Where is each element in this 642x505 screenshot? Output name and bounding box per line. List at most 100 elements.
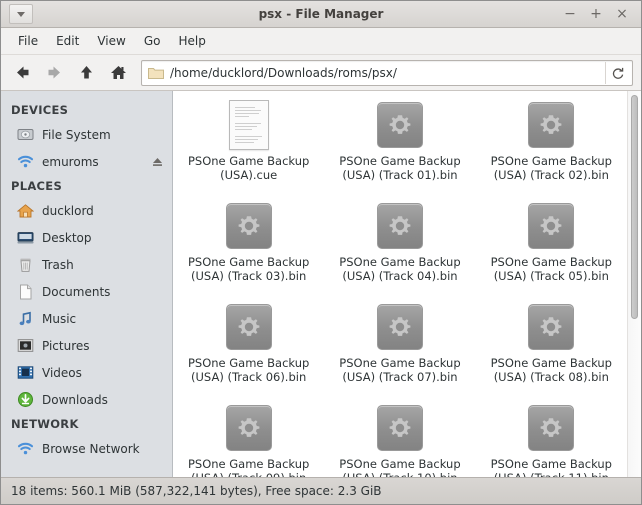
desktop-icon: [17, 229, 34, 246]
sidebar-item-label: ducklord: [42, 203, 94, 218]
sidebar-item-documents[interactable]: Documents: [1, 278, 172, 305]
file-label: PSOne Game Backup (USA) (Track 07).bin: [339, 356, 461, 384]
file-item[interactable]: PSOne Game Backup (USA) (Track 02).bin: [476, 99, 627, 200]
sidebar-item-desktop[interactable]: Desktop: [1, 224, 172, 251]
sidebar-item-label: Browse Network: [42, 441, 140, 456]
reload-icon: [612, 67, 624, 79]
up-button[interactable]: [71, 59, 101, 87]
sidebar-item-label: Desktop: [42, 230, 92, 245]
file-item[interactable]: PSOne Game Backup (USA) (Track 03).bin: [173, 200, 324, 301]
pictures-icon: [17, 337, 34, 354]
file-item[interactable]: PSOne Game Backup (USA) (Track 06).bin: [173, 301, 324, 402]
file-item[interactable]: PSOne Game Backup (USA) (Track 05).bin: [476, 200, 627, 301]
gear-icon: [225, 303, 273, 351]
file-item[interactable]: PSOne Game Backup (USA).cue: [173, 99, 324, 200]
scrollbar-thumb[interactable]: [631, 95, 638, 319]
sidebar-item-trash[interactable]: Trash: [1, 251, 172, 278]
network-share-icon: [17, 440, 34, 457]
close-button[interactable]: ×: [615, 7, 629, 21]
menu-item-edit[interactable]: Edit: [47, 31, 88, 51]
back-button[interactable]: [7, 59, 37, 87]
forward-button[interactable]: [39, 59, 69, 87]
minimize-button[interactable]: −: [563, 7, 577, 21]
sidebar: DEVICES File System emuroms PLACES duckl…: [1, 91, 173, 477]
file-item[interactable]: PSOne Game Backup (USA) (Track 10).bin: [324, 402, 475, 477]
gear-icon: [527, 202, 575, 250]
sidebar-item-label: File System: [42, 127, 111, 142]
sidebar-item-browse-network[interactable]: Browse Network: [1, 435, 172, 462]
file-item[interactable]: PSOne Game Backup (USA) (Track 01).bin: [324, 99, 475, 200]
file-view: PSOne Game Backup (USA).cue PSOne Game B…: [173, 91, 641, 477]
sidebar-item-downloads[interactable]: Downloads: [1, 386, 172, 413]
menu-item-help[interactable]: Help: [169, 31, 214, 51]
menu-item-go[interactable]: Go: [135, 31, 170, 51]
gear-icon: [527, 101, 575, 149]
download-icon: [17, 391, 34, 408]
file-label: PSOne Game Backup (USA) (Track 04).bin: [339, 255, 461, 283]
maximize-button[interactable]: +: [589, 7, 603, 21]
sidebar-item-emuroms[interactable]: emuroms: [1, 148, 172, 175]
gear-icon: [376, 303, 424, 351]
vertical-scrollbar[interactable]: [627, 91, 641, 477]
file-label: PSOne Game Backup (USA).cue: [187, 154, 310, 182]
window-controls: − + ×: [563, 7, 635, 21]
sidebar-item-ducklord[interactable]: ducklord: [1, 197, 172, 224]
chevron-down-icon: [17, 11, 25, 17]
sidebar-item-label: Documents: [42, 284, 111, 299]
file-label: PSOne Game Backup (USA) (Track 10).bin: [339, 457, 461, 477]
file-label: PSOne Game Backup (USA) (Track 03).bin: [187, 255, 310, 283]
arrow-up-icon: [80, 66, 92, 79]
sidebar-item-music[interactable]: Music: [1, 305, 172, 332]
sidebar-group-network: NETWORK: [11, 417, 79, 431]
file-label: PSOne Game Backup (USA) (Track 02).bin: [490, 154, 612, 182]
gear-icon: [376, 404, 424, 452]
network-share-icon: [17, 153, 34, 170]
home-button[interactable]: [103, 59, 133, 87]
sidebar-item-label: Downloads: [42, 392, 108, 407]
sidebar-group-devices: DEVICES: [11, 103, 69, 117]
menu-item-file[interactable]: File: [9, 31, 47, 51]
main-content: DEVICES File System emuroms PLACES duckl…: [1, 91, 641, 477]
sidebar-item-label: Music: [42, 311, 77, 326]
file-item[interactable]: PSOne Game Backup (USA) (Track 09).bin: [173, 402, 324, 477]
sidebar-item-label: Trash: [42, 257, 74, 272]
sidebar-group-places: PLACES: [11, 179, 63, 193]
arrow-left-icon: [16, 66, 28, 79]
hard-drive-icon: [17, 126, 34, 143]
file-label: PSOne Game Backup (USA) (Track 08).bin: [490, 356, 612, 384]
file-item[interactable]: PSOne Game Backup (USA) (Track 07).bin: [324, 301, 475, 402]
gear-icon: [527, 404, 575, 452]
eject-icon[interactable]: [150, 155, 164, 169]
file-manager-window: psx - File Manager − + × File Edit View …: [0, 0, 642, 505]
sidebar-item-file-system[interactable]: File System: [1, 121, 172, 148]
music-note-icon: [17, 310, 34, 327]
menu-item-view[interactable]: View: [88, 31, 134, 51]
window-title: psx - File Manager: [258, 7, 384, 21]
file-item[interactable]: PSOne Game Backup (USA) (Track 04).bin: [324, 200, 475, 301]
window-menu-button[interactable]: [9, 4, 33, 24]
document-icon: [17, 283, 34, 300]
menubar: File Edit View Go Help: [1, 28, 641, 55]
gear-icon: [527, 303, 575, 351]
file-item[interactable]: PSOne Game Backup (USA) (Track 08).bin: [476, 301, 627, 402]
path-text: /home/ducklord/Downloads/roms/psx/: [170, 65, 397, 80]
toolbar: /home/ducklord/Downloads/roms/psx/: [1, 55, 641, 91]
file-label: PSOne Game Backup (USA) (Track 01).bin: [339, 154, 461, 182]
file-grid: PSOne Game Backup (USA).cue PSOne Game B…: [173, 91, 627, 477]
file-item[interactable]: PSOne Game Backup (USA) (Track 11).bin: [476, 402, 627, 477]
trash-icon: [17, 256, 34, 273]
sidebar-item-pictures[interactable]: Pictures: [1, 332, 172, 359]
file-label: PSOne Game Backup (USA) (Track 09).bin: [187, 457, 310, 477]
statusbar: 18 items: 560.1 MiB (587,322,141 bytes),…: [1, 477, 641, 504]
sidebar-item-label: Pictures: [42, 338, 90, 353]
film-icon: [17, 364, 34, 381]
gear-icon: [376, 101, 424, 149]
file-label: PSOne Game Backup (USA) (Track 06).bin: [187, 356, 310, 384]
gear-icon: [225, 202, 273, 250]
reload-button[interactable]: [605, 61, 630, 84]
path-bar[interactable]: /home/ducklord/Downloads/roms/psx/: [141, 59, 633, 86]
home-folder-icon: [17, 202, 34, 219]
titlebar: psx - File Manager − + ×: [1, 1, 641, 28]
sidebar-item-videos[interactable]: Videos: [1, 359, 172, 386]
document-icon: [225, 100, 273, 150]
